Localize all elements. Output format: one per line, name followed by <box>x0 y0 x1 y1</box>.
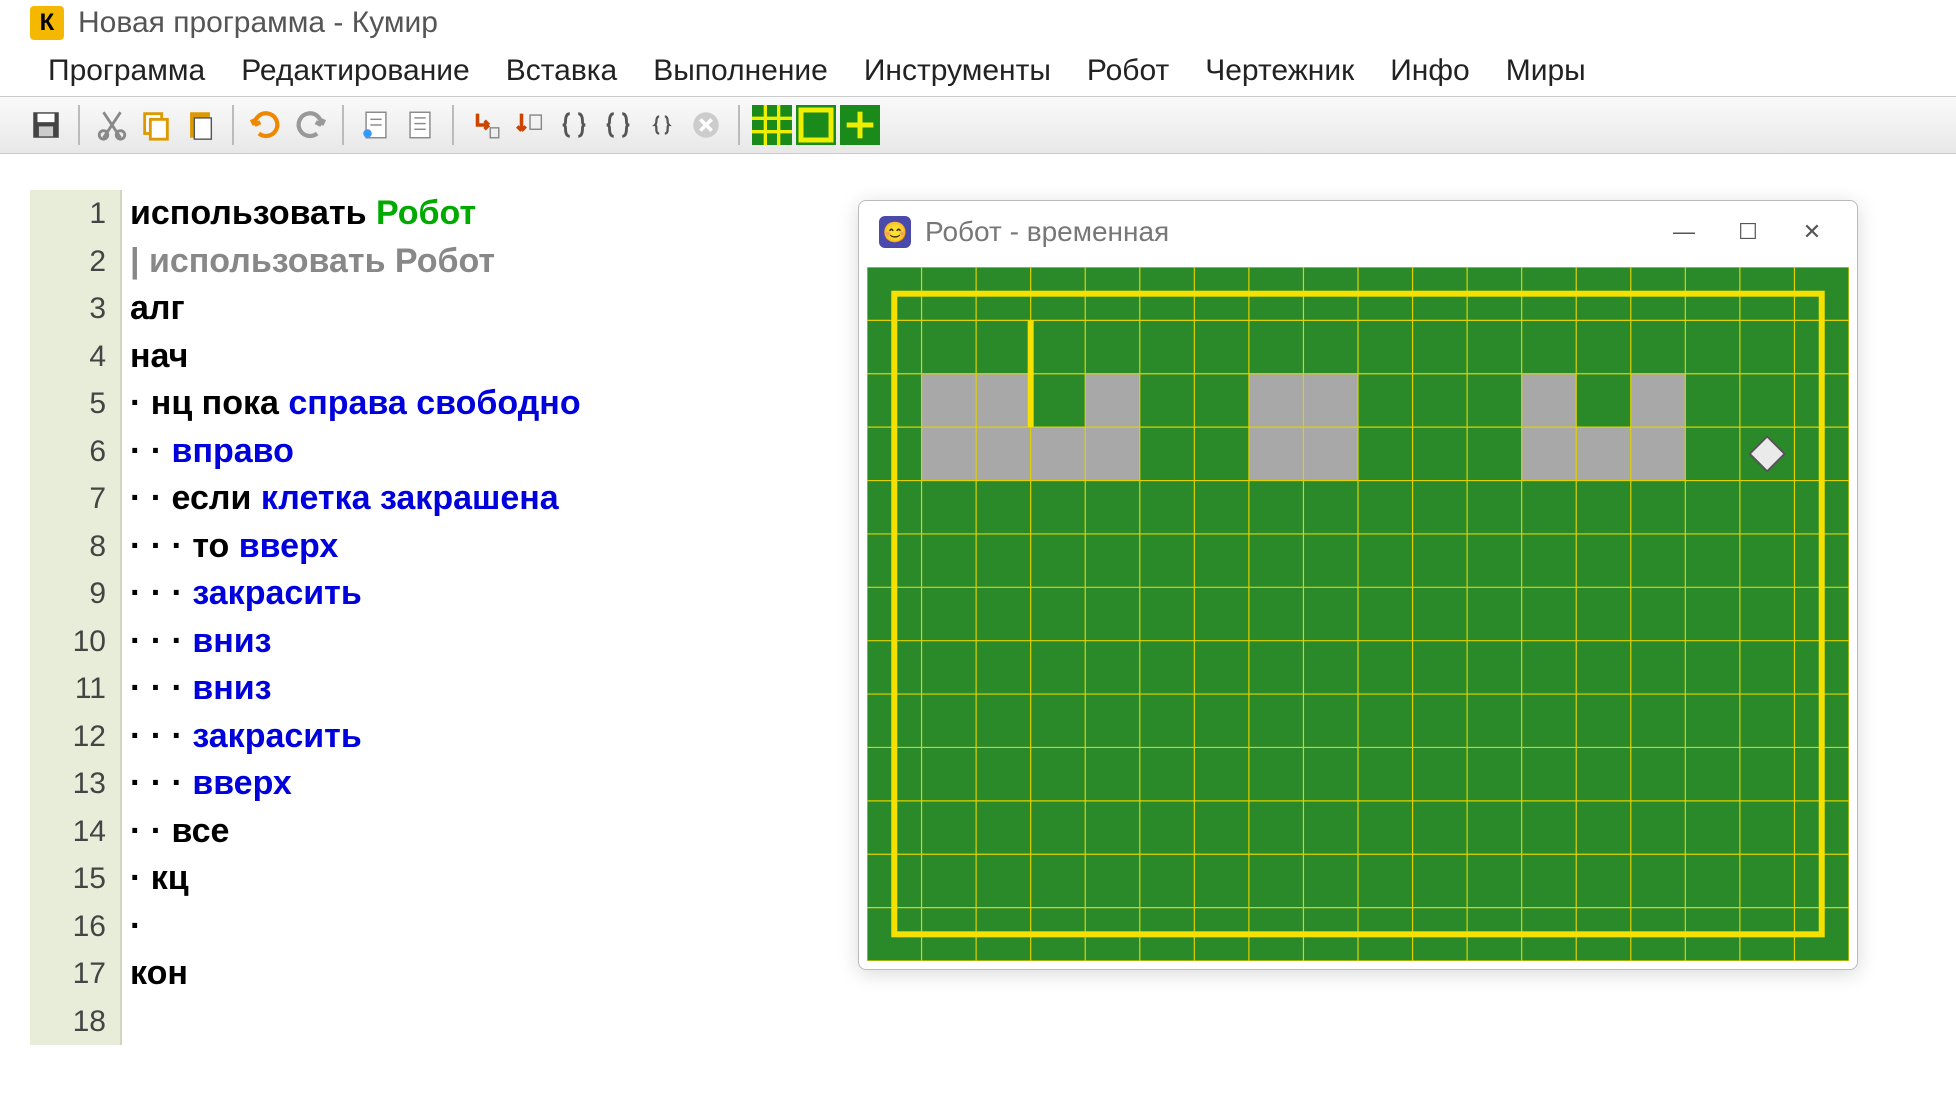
robot-titlebar[interactable]: 😊 Робот - временная — ☐ ✕ <box>859 201 1857 263</box>
separator <box>78 105 80 145</box>
menu-worlds[interactable]: Миры <box>1488 46 1604 96</box>
code-line[interactable]: · · все <box>130 808 581 856</box>
code-line[interactable]: · · · то вверх <box>130 523 581 571</box>
code-line[interactable]: · · если клетка закрашена <box>130 475 581 523</box>
code-line[interactable]: кон <box>130 950 581 998</box>
braces-icon[interactable] <box>554 105 594 145</box>
robot-border-icon[interactable] <box>796 105 836 145</box>
line-number: 10 <box>30 618 120 666</box>
line-number: 6 <box>30 428 120 476</box>
braces2-icon[interactable] <box>598 105 638 145</box>
code-line[interactable]: · · · вниз <box>130 665 581 713</box>
code-line[interactable]: | использовать Робот <box>130 238 581 286</box>
menu-program[interactable]: Программа <box>30 46 223 96</box>
code-line[interactable] <box>130 998 581 1046</box>
separator <box>342 105 344 145</box>
code-line[interactable]: · · вправо <box>130 428 581 476</box>
app-icon: К <box>30 6 64 40</box>
line-number: 18 <box>30 998 120 1046</box>
menubar: Программа Редактирование Вставка Выполне… <box>0 46 1956 96</box>
separator <box>452 105 454 145</box>
maximize-icon[interactable]: ☐ <box>1723 212 1773 252</box>
line-number: 15 <box>30 855 120 903</box>
menu-drafter[interactable]: Чертежник <box>1187 46 1372 96</box>
code-line[interactable]: · · · вверх <box>130 760 581 808</box>
close-icon[interactable]: ✕ <box>1787 212 1837 252</box>
menu-insert[interactable]: Вставка <box>488 46 636 96</box>
menu-run[interactable]: Выполнение <box>635 46 846 96</box>
step-into-icon[interactable] <box>466 105 506 145</box>
line-gutter: 123456789101112131415161718 <box>30 190 122 1045</box>
code-line[interactable]: · · · закрасить <box>130 570 581 618</box>
robot-grid[interactable] <box>867 267 1849 961</box>
line-number: 12 <box>30 713 120 761</box>
line-number: 5 <box>30 380 120 428</box>
menu-edit[interactable]: Редактирование <box>223 46 488 96</box>
line-number: 9 <box>30 570 120 618</box>
line-number: 1 <box>30 190 120 238</box>
braces-small-icon[interactable] <box>642 105 682 145</box>
doc2-icon[interactable] <box>400 105 440 145</box>
code-line[interactable]: · · · закрасить <box>130 713 581 761</box>
robot-window: 😊 Робот - временная — ☐ ✕ <box>858 200 1858 970</box>
robot-grid-icon[interactable] <box>752 105 792 145</box>
line-number: 2 <box>30 238 120 286</box>
line-number: 11 <box>30 665 120 713</box>
line-number: 7 <box>30 475 120 523</box>
line-number: 16 <box>30 903 120 951</box>
menu-tools[interactable]: Инструменты <box>846 46 1069 96</box>
menu-info[interactable]: Инфо <box>1372 46 1488 96</box>
code-line[interactable]: использовать Робот <box>130 190 581 238</box>
robot-app-icon: 😊 <box>879 216 911 248</box>
copy-icon[interactable] <box>136 105 176 145</box>
code-line[interactable]: · · · вниз <box>130 618 581 666</box>
robot-window-title: Робот - временная <box>925 216 1645 248</box>
line-number: 3 <box>30 285 120 333</box>
step-over-icon[interactable] <box>510 105 550 145</box>
robot-plus-icon[interactable] <box>840 105 880 145</box>
window-title: Новая программа - Кумир <box>78 6 438 40</box>
separator <box>738 105 740 145</box>
line-number: 4 <box>30 333 120 381</box>
toolbar <box>0 96 1956 154</box>
code-line[interactable]: алг <box>130 285 581 333</box>
separator <box>232 105 234 145</box>
paste-icon[interactable] <box>180 105 220 145</box>
code-line[interactable]: · нц пока справа свободно <box>130 380 581 428</box>
save-icon[interactable] <box>26 105 66 145</box>
line-number: 14 <box>30 808 120 856</box>
code-line[interactable]: · <box>130 903 581 951</box>
titlebar: К Новая программа - Кумир <box>0 0 1956 46</box>
code-line[interactable]: нач <box>130 333 581 381</box>
doc-icon[interactable] <box>356 105 396 145</box>
line-number: 13 <box>30 760 120 808</box>
undo-icon[interactable] <box>246 105 286 145</box>
code-line[interactable]: · кц <box>130 855 581 903</box>
redo-icon[interactable] <box>290 105 330 145</box>
line-number: 17 <box>30 950 120 998</box>
cut-icon[interactable] <box>92 105 132 145</box>
line-number: 8 <box>30 523 120 571</box>
code-content[interactable]: использовать Робот| использовать Роботал… <box>130 190 581 1045</box>
menu-robot[interactable]: Робот <box>1069 46 1187 96</box>
stop-icon[interactable] <box>686 105 726 145</box>
minimize-icon[interactable]: — <box>1659 212 1709 252</box>
